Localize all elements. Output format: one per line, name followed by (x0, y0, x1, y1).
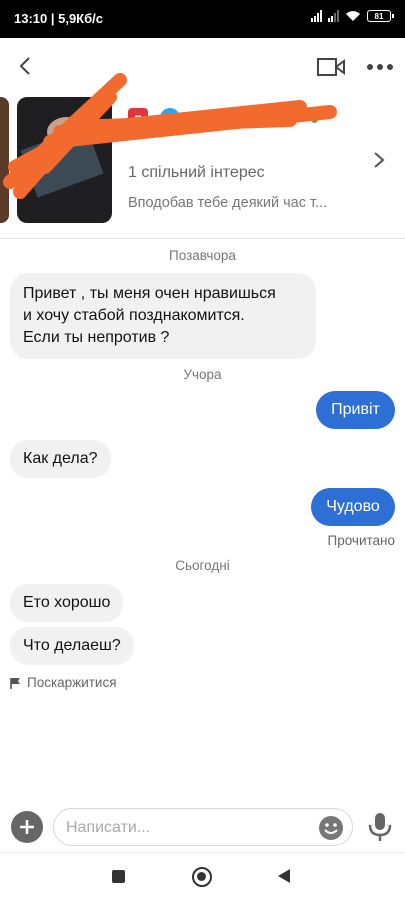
date-separator: Позавчора (169, 248, 236, 263)
flag-icon (10, 677, 20, 689)
report-label: Поскаржитися (27, 675, 117, 690)
recents-icon[interactable] (112, 870, 125, 883)
system-back-icon[interactable] (278, 869, 290, 883)
status-icons: 81 (311, 10, 394, 22)
emoji-icon[interactable] (318, 815, 344, 841)
shared-interest-text: 1 спільний інтерес (128, 164, 265, 181)
date-separator: Учора (183, 367, 222, 382)
verified-badge-icon (160, 108, 180, 128)
microphone-icon[interactable] (366, 812, 394, 842)
message-outgoing: Чудово (311, 488, 395, 526)
message-input[interactable] (66, 817, 316, 839)
video-call-icon[interactable] (317, 57, 345, 77)
chat-header (0, 38, 405, 94)
report-link[interactable]: Поскаржитися (10, 675, 117, 690)
message-composer (0, 805, 405, 849)
message-outgoing: Привіт (316, 391, 395, 429)
signal-icon-2 (328, 10, 339, 22)
profile-card[interactable]: ♥ 1 спільний інтерес Вподобав тебе деяки… (0, 94, 405, 239)
online-status-dot (311, 116, 318, 123)
status-time: 13:10 | 5,9Кб/с (14, 11, 103, 26)
battery-icon: 81 (367, 10, 394, 22)
message-incoming: Ето хорошо (10, 584, 124, 622)
profile-photo-prev[interactable] (0, 97, 9, 223)
system-nav-bar (0, 852, 405, 900)
message-incoming: Привет , ты меня очен нравишься и хочу с… (10, 273, 316, 359)
date-separator: Сьогодні (175, 558, 230, 573)
heart-badge-icon: ♥ (128, 108, 148, 128)
home-icon[interactable] (192, 867, 212, 887)
plus-icon (20, 820, 34, 834)
liked-note-text: Вподобав тебе деякий час т... (128, 195, 328, 211)
message-incoming: Что делаеш? (10, 627, 134, 665)
more-options-icon[interactable] (366, 58, 394, 76)
wifi-icon (346, 11, 360, 21)
message-input-wrapper (53, 808, 353, 846)
back-arrow-icon[interactable] (14, 54, 38, 78)
signal-icon (311, 10, 322, 22)
profile-photo[interactable] (17, 97, 112, 223)
add-attachment-button[interactable] (11, 811, 43, 843)
chevron-right-icon[interactable] (371, 150, 387, 170)
read-status: Прочитано (327, 533, 396, 548)
status-bar: 13:10 | 5,9Кб/с 81 (0, 0, 405, 38)
message-incoming: Как дела? (10, 440, 111, 478)
